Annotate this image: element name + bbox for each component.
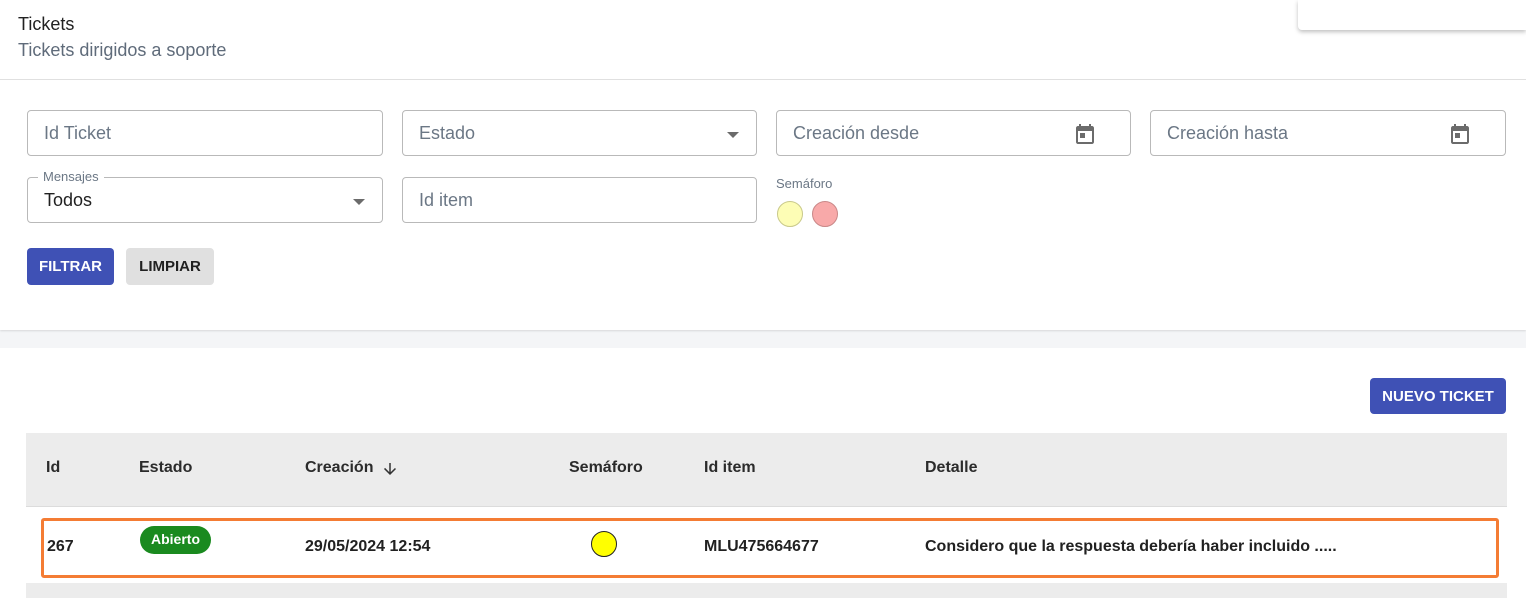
status-badge: Abierto xyxy=(140,526,211,554)
id-item-input[interactable]: Id item xyxy=(402,177,757,223)
table-row[interactable]: 267 Abierto 29/05/2024 12:54 MLU47566467… xyxy=(41,518,1499,578)
column-header-creacion[interactable]: Creación xyxy=(305,459,396,477)
estado-placeholder: Estado xyxy=(419,123,476,143)
column-header-id-item[interactable]: Id item xyxy=(704,459,756,477)
table-next-row xyxy=(26,583,1507,598)
nuevo-ticket-button[interactable]: NUEVO TICKET xyxy=(1370,378,1506,414)
mensajes-select[interactable]: Mensajes Todos xyxy=(27,169,383,223)
creacion-desde-placeholder: Creación desde xyxy=(793,123,920,143)
filtrar-button[interactable]: FILTRAR xyxy=(27,248,114,285)
cell-id: 267 xyxy=(47,538,74,555)
id-ticket-input[interactable]: Id Ticket xyxy=(27,110,383,156)
id-item-placeholder: Id item xyxy=(419,190,474,210)
page-title: Tickets xyxy=(18,14,75,34)
filter-panel: Tickets Tickets dirigidos a soporte Id T… xyxy=(0,0,1526,330)
estado-select[interactable]: Estado xyxy=(402,110,757,156)
column-header-creacion-label: Creación xyxy=(305,459,374,476)
cell-id-item: MLU475664677 xyxy=(704,538,819,555)
column-header-detalle[interactable]: Detalle xyxy=(925,459,977,477)
column-header-estado[interactable]: Estado xyxy=(139,459,192,477)
header-divider xyxy=(0,79,1526,80)
semaforo-red-toggle[interactable] xyxy=(812,201,838,227)
semaforo-label: Semáforo xyxy=(776,176,833,191)
column-header-semaforo[interactable]: Semáforo xyxy=(569,459,643,477)
semaforo-yellow-toggle[interactable] xyxy=(777,201,803,227)
page-subtitle: Tickets dirigidos a soporte xyxy=(18,40,227,60)
tickets-list-panel: NUEVO TICKET Id Estado Creación Semáforo… xyxy=(0,348,1526,598)
creacion-hasta-input[interactable]: Creación hasta xyxy=(1150,110,1506,156)
id-ticket-placeholder: Id Ticket xyxy=(44,123,112,143)
cell-creacion: 29/05/2024 12:54 xyxy=(305,538,431,555)
calendar-icon[interactable] xyxy=(1073,122,1097,146)
semaforo-indicator xyxy=(591,531,617,557)
mensajes-label: Mensajes xyxy=(38,169,104,185)
cell-detalle: Considero que la respuesta debería haber… xyxy=(925,538,1337,555)
creacion-desde-input[interactable]: Creación desde xyxy=(776,110,1131,156)
dropdown-popup xyxy=(1298,0,1526,30)
arrow-down-icon xyxy=(384,463,396,475)
creacion-hasta-placeholder: Creación hasta xyxy=(1167,123,1289,143)
calendar-icon[interactable] xyxy=(1448,122,1472,146)
mensajes-value: Todos xyxy=(44,190,93,210)
chevron-down-icon xyxy=(353,199,365,205)
column-header-id[interactable]: Id xyxy=(46,459,60,477)
chevron-down-icon xyxy=(727,132,739,138)
table-header: Id Estado Creación Semáforo Id item Deta… xyxy=(26,433,1507,507)
limpiar-button[interactable]: LIMPIAR xyxy=(126,248,214,285)
